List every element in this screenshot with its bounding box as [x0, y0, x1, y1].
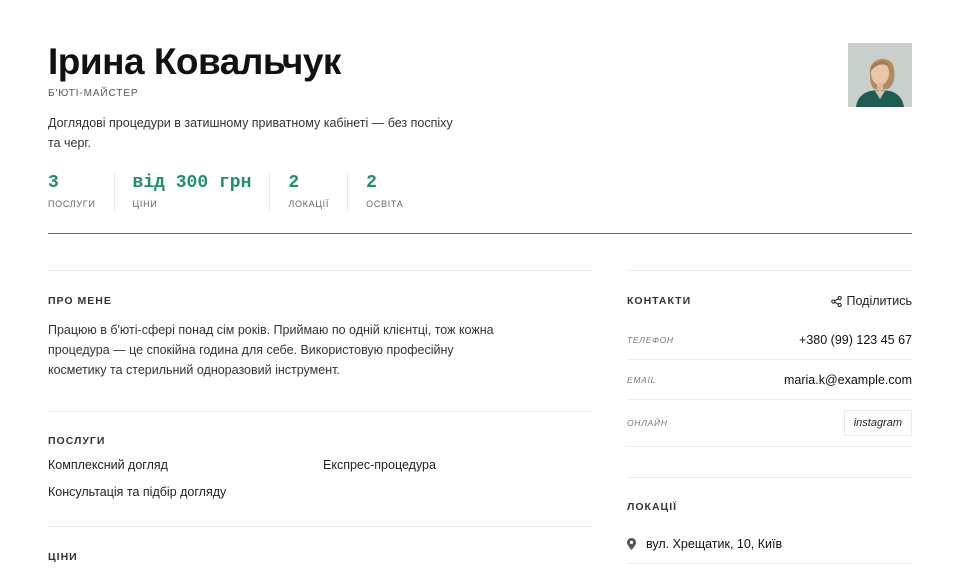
contacts-header: КОНТАКТИ Поділитись [627, 294, 912, 308]
service-item: Консультація та підбір догляду [48, 485, 227, 499]
divider [48, 270, 592, 271]
profile-header: Ірина Ковальчук Б'ЮТІ-МАЙСТЕР Доглядові … [48, 40, 912, 234]
stat-label: ПОСЛУГИ [48, 199, 96, 209]
email-label: EMAIL [627, 374, 657, 385]
contact-phone-row: ТЕЛЕФОН +380 (99) 123 45 67 [627, 320, 912, 360]
stat-value: від 300 грн [132, 173, 252, 193]
stat-label: ОСВІТА [366, 199, 404, 209]
share-label: Поділитись [846, 294, 912, 308]
contact-online-row: ОНЛАЙН instagram [627, 400, 912, 447]
about-text: Працюю в б'юті-сфері понад сім років. Пр… [48, 323, 494, 377]
sidebar: КОНТАКТИ Поділитись ТЕЛЕФОН +380 (99) 12… [627, 270, 912, 564]
divider [627, 477, 912, 478]
contact-email-row: EMAIL maria.k@example.com [627, 360, 912, 400]
divider [48, 411, 592, 412]
divider [627, 563, 912, 564]
service-item: Комплексний догляд [48, 458, 168, 472]
map-pin-icon [627, 538, 636, 550]
stat-value: 2 [366, 173, 377, 193]
stat-education: 2 ОСВІТА [347, 172, 421, 212]
services-list: Комплексний догляд Експрес-процедура Кон… [48, 458, 592, 499]
stat-prices: від 300 грн ЦІНИ [113, 172, 270, 212]
stat-value: 3 [48, 173, 59, 193]
service-item: Експрес-процедура [323, 458, 436, 472]
locations-title: ЛОКАЦІЇ [627, 501, 678, 513]
page-title: Ірина Ковальчук [48, 41, 341, 82]
stat-label: ЦІНИ [132, 199, 158, 209]
divider [627, 270, 912, 271]
share-button[interactable]: Поділитись [830, 294, 912, 308]
profile-tagline: Доглядові процедури в затишному приватно… [48, 116, 453, 150]
profile-role: Б'ЮТІ-МАЙСТЕР [48, 88, 139, 99]
phone-link[interactable]: +380 (99) 123 45 67 [799, 333, 912, 347]
about-title: ПРО МЕНЕ [48, 295, 112, 307]
stat-locations: 2 ЛОКАЦІЇ [269, 172, 347, 212]
share-icon [830, 295, 842, 307]
location-address: вул. Хрещатик, 10, Київ [646, 537, 783, 551]
stat-label: ЛОКАЦІЇ [288, 199, 330, 209]
stat-value: 2 [288, 173, 300, 193]
email-link[interactable]: maria.k@example.com [784, 373, 912, 387]
stat-services: 3 ПОСЛУГИ [48, 172, 114, 212]
online-label: ОНЛАЙН [627, 418, 668, 428]
prices-title: ЦІНИ [48, 551, 78, 563]
main-column: ПРО МЕНЕ Працюю в б'юті-сфері понад сім … [48, 270, 592, 563]
contacts-title: КОНТАКТИ [627, 295, 692, 307]
phone-label: ТЕЛЕФОН [627, 334, 674, 345]
services-title: ПОСЛУГИ [48, 435, 106, 447]
avatar-photo [848, 43, 912, 107]
location-item: вул. Хрещатик, 10, Київ [627, 536, 912, 552]
instagram-link[interactable]: instagram [843, 410, 912, 436]
avatar [848, 43, 912, 107]
stats-bar: 3 ПОСЛУГИ від 300 грн ЦІНИ 2 ЛОКАЦІЇ 2 О… [48, 172, 422, 212]
divider [48, 526, 592, 527]
